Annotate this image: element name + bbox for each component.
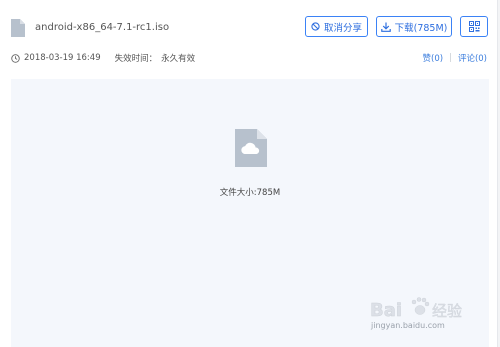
cancel-share-label: 取消分享	[323, 22, 362, 34]
download-button[interactable]: 下载(785M)	[376, 16, 452, 37]
watermark-url: jingyan.baidu.com	[371, 321, 445, 330]
qr-code-button[interactable]	[460, 16, 488, 37]
watermark-brand-cn: 经验	[432, 302, 462, 320]
file-size-text: 文件大小:785M	[219, 188, 281, 198]
share-panel: android-x86_64-7.1-rc1.iso 取消分享 下载(785M)	[0, 0, 498, 347]
watermark-brand: Bai	[370, 300, 402, 321]
download-icon	[380, 22, 391, 32]
expiry-value: 永久有效	[161, 54, 196, 64]
baidu-jingyan-watermark: Bai 经验	[370, 297, 462, 321]
comment-link[interactable]: 评论(0)	[458, 52, 487, 64]
file-icon	[11, 19, 25, 37]
qr-code-icon	[468, 21, 480, 32]
cancel-share-button[interactable]: 取消分享	[305, 16, 368, 37]
cancel-share-icon	[311, 22, 320, 31]
stats: 赞(0) | 评论(0)	[423, 52, 487, 64]
share-date: 2018-03-19 16:49	[24, 53, 101, 63]
file-name: android-x86_64-7.1-rc1.iso	[35, 22, 170, 33]
cloud-file-icon	[235, 129, 267, 167]
expiry-label: 失效时间：	[114, 54, 158, 64]
clock-icon	[11, 53, 20, 63]
download-label: 下载(785M)	[394, 22, 448, 34]
stats-divider: |	[449, 53, 452, 63]
paw-icon	[411, 297, 430, 315]
like-link[interactable]: 赞(0)	[423, 52, 444, 64]
file-meta: 2018-03-19 16:49 失效时间： 永久有效	[11, 52, 195, 64]
